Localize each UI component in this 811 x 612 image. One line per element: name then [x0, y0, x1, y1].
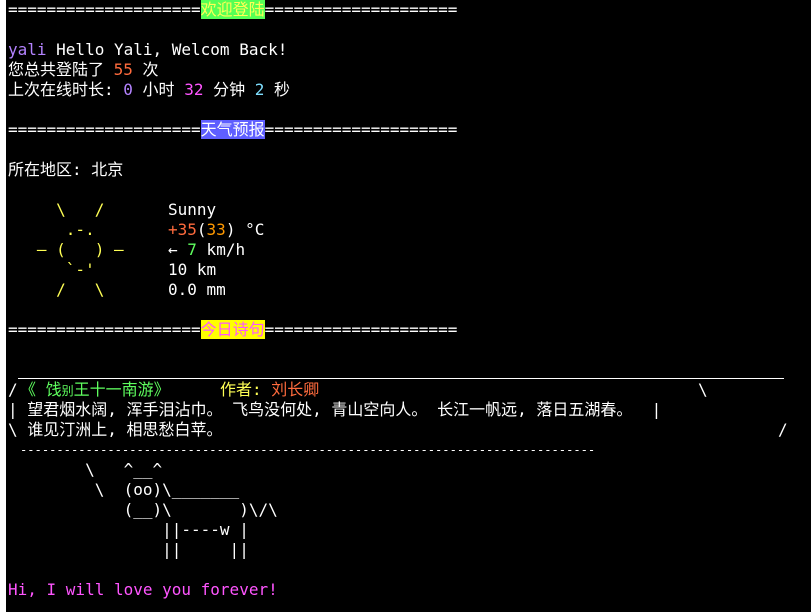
temperature-line: +35(33) °C — [168, 220, 264, 240]
username: yali — [8, 40, 47, 59]
poem-title-open: 《 饯 — [20, 380, 62, 399]
poem-title-small-char: 别 — [61, 384, 74, 398]
precipitation: 0.0 mm — [168, 280, 226, 299]
wind-unit: km/h — [196, 240, 246, 259]
poem-rule-right: ==================== — [264, 320, 458, 339]
cow-art-line-5: || || — [8, 540, 249, 559]
online-seconds: 2 — [254, 80, 265, 99]
cow-art-line-1: \ ^__^ — [8, 460, 163, 479]
login-count-line: 您总共登陆了 55 次 — [8, 60, 159, 80]
online-minutes: 32 — [184, 80, 204, 99]
footer-message: Hi, I will love you forever! — [8, 580, 278, 599]
poem-box-right-backslash: \ — [698, 380, 708, 399]
weather-banner: ====================天气预报================… — [8, 120, 457, 140]
wind-speed: 7 — [187, 240, 197, 259]
greeting-text: Hello Yali, Welcom Back! — [46, 40, 288, 59]
weather-rule-right: ==================== — [264, 120, 458, 139]
cow-art-line-2: \ (oo)\_______ — [8, 480, 240, 499]
poem-title-banner: 今日诗句 — [200, 320, 265, 339]
temperature-feels: 33 — [206, 220, 226, 239]
cow-art-line-3: (__)\ )\/\ — [8, 500, 278, 519]
weather-title: 天气预报 — [200, 120, 265, 139]
poem-box-top-border — [18, 378, 784, 379]
poem-box-right-slash: / — [778, 420, 788, 439]
visibility: 10 km — [168, 260, 217, 279]
wind-line: ← 7 km/h — [168, 240, 245, 260]
online-hours: 0 — [123, 80, 133, 99]
poem-author-label: 作者: — [220, 380, 272, 399]
sun-art-line-2: .-. — [8, 220, 153, 239]
sun-art-line-1: \ / — [8, 200, 153, 219]
sun-art-line-3: ― ( ) ― — [8, 240, 153, 259]
poem-line-2: \ 谁见汀洲上, 相思愁白苹。 — [8, 420, 223, 439]
terminal-window[interactable]: ====================欢迎登陆================… — [0, 0, 811, 612]
welcome-title: 欢迎登陆 — [200, 0, 265, 19]
poem-banner: ====================今日诗句================… — [8, 320, 457, 340]
temperature-unit: °C — [235, 220, 265, 239]
weather-rule-left: ==================== — [8, 120, 201, 139]
poem-box-left-slash: / — [8, 380, 18, 399]
sun-art-line-5: / \ — [8, 280, 153, 299]
login-count-suffix: 次 — [132, 60, 159, 79]
welcome-rule-right: ==================== — [264, 0, 458, 19]
welcome-rule-left: ==================== — [8, 0, 201, 19]
cow-art-line-4: ||----w | — [8, 520, 249, 539]
login-count: 55 — [113, 60, 133, 79]
minutes-unit: 分钟 — [203, 80, 255, 99]
poem-author: 刘长卿 — [271, 380, 320, 399]
poem-box-bottom-border: ----------------------------------------… — [20, 443, 596, 457]
poem-title-rest: 王十一南游》 — [73, 380, 170, 399]
temperature-main: +35 — [168, 220, 197, 239]
online-duration-line: 上次在线时长: 0 小时 32 分钟 2 秒 — [8, 80, 290, 100]
poem-line-1: | 望君烟水阔, 浑手泪沾巾。 飞鸟没何处, 青山空向人。 长江一帆远, 落日五… — [8, 400, 662, 419]
online-duration-prefix: 上次在线时长: — [8, 80, 124, 99]
welcome-banner: ====================欢迎登陆================… — [8, 0, 457, 20]
location-line: 所在地区: 北京 — [8, 160, 124, 179]
weather-condition: Sunny — [168, 200, 217, 219]
hours-unit: 小时 — [132, 80, 185, 99]
temp-close: ) — [225, 220, 236, 239]
poem-title: 《 饯别王十一南游》 — [20, 380, 170, 400]
seconds-unit: 秒 — [264, 80, 291, 99]
poem-rule-left: ==================== — [8, 320, 201, 339]
wind-arrow-icon: ← — [168, 240, 178, 259]
sun-art-line-4: `-' — [8, 260, 153, 279]
login-count-prefix: 您总共登陆了 — [8, 60, 114, 79]
temp-open: ( — [196, 220, 207, 239]
greeting-line: yali Hello Yali, Welcom Back! — [8, 40, 287, 60]
poem-author-line: 作者: 刘长卿 — [220, 380, 319, 400]
